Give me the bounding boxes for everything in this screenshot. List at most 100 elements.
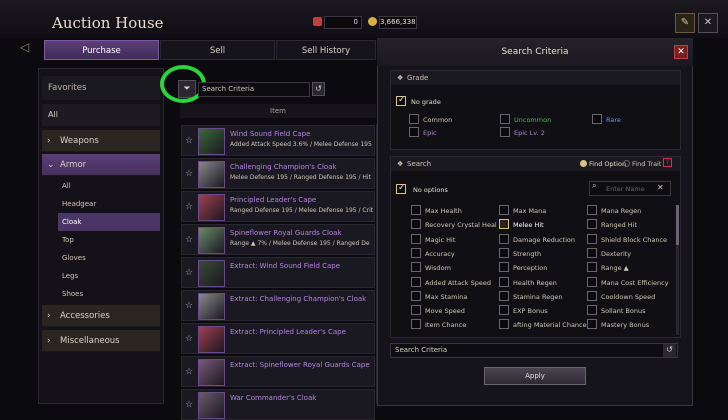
grade-header: Grade — [391, 71, 680, 85]
option-checkbox[interactable] — [411, 319, 421, 330]
item-name: Challenging Champion's Cloak — [230, 163, 337, 171]
option-checkbox[interactable] — [587, 247, 597, 258]
grade-common-checkbox[interactable] — [409, 114, 419, 124]
favorite-star-icon[interactable]: ☆ — [185, 169, 193, 179]
enter-name-input[interactable]: Enter Name — [606, 185, 645, 193]
option-checkbox[interactable] — [587, 305, 597, 316]
list-item[interactable]: ☆ Extract: Challenging Champion's Cloak — [181, 290, 375, 321]
option-checkbox[interactable] — [587, 276, 597, 287]
close-icon[interactable]: ✕ — [698, 13, 718, 33]
favorite-star-icon[interactable]: ☆ — [185, 268, 193, 278]
list-item[interactable]: ☆ Challenging Champion's Cloak Melee Defen… — [181, 158, 375, 189]
option-checkbox[interactable] — [499, 219, 509, 230]
category-all[interactable]: All — [42, 104, 160, 126]
favorite-star-icon[interactable]: ☆ — [185, 301, 193, 311]
search-icon: ⌕ — [592, 181, 597, 190]
option-label: Magic Hit — [425, 235, 456, 244]
armor-sub-all[interactable]: All — [58, 177, 160, 195]
option-checkbox[interactable] — [499, 276, 509, 287]
armor-sub-top[interactable]: Top — [58, 231, 160, 249]
no-grade-checkbox[interactable] — [396, 95, 406, 106]
option-checkbox[interactable] — [587, 219, 597, 230]
option-checkbox[interactable] — [587, 233, 597, 244]
tab-sell[interactable]: Sell — [160, 40, 275, 60]
option-checkbox[interactable] — [411, 262, 421, 273]
tab-sell-history[interactable]: Sell History — [276, 40, 376, 60]
armor-sub-headgear[interactable]: Headgear — [58, 195, 160, 213]
option-checkbox[interactable] — [411, 233, 421, 244]
category-armor[interactable]: ⌄ Armor — [42, 154, 160, 176]
option-checkbox[interactable] — [587, 319, 597, 330]
find-trait-radio[interactable] — [623, 160, 630, 167]
ledger-icon[interactable]: ✎ — [675, 13, 695, 33]
option-checkbox[interactable] — [499, 262, 509, 273]
category-weapons[interactable]: › Weapons — [42, 130, 160, 152]
option-checkbox[interactable] — [587, 290, 597, 301]
favorites-item[interactable]: Favorites — [42, 76, 160, 100]
list-item[interactable]: ☆ War Commander's Cloak — [181, 389, 375, 420]
find-option-radio[interactable] — [580, 160, 587, 167]
option-checkbox[interactable] — [411, 247, 421, 258]
favorite-star-icon[interactable]: ☆ — [185, 400, 193, 410]
option-checkbox[interactable] — [411, 276, 421, 287]
no-options-checkbox[interactable] — [396, 183, 406, 194]
favorite-star-icon[interactable]: ☆ — [185, 235, 193, 245]
list-item[interactable]: ☆ Extract: Principled Leader's Cape — [181, 323, 375, 354]
favorite-star-icon[interactable]: ☆ — [185, 202, 193, 212]
favorite-star-icon[interactable]: ☆ — [185, 367, 193, 377]
find-option-label: Find Option — [589, 160, 627, 168]
armor-sub-shoes[interactable]: Shoes — [58, 285, 160, 303]
category-accessories[interactable]: › Accessories — [42, 305, 160, 327]
option-checkbox[interactable] — [411, 219, 421, 230]
option-checkbox[interactable] — [587, 205, 597, 215]
chevron-right-icon: › — [47, 136, 51, 146]
no-options-label: No options — [413, 186, 448, 194]
favorite-star-icon[interactable]: ☆ — [185, 334, 193, 344]
grade-rare-checkbox[interactable] — [592, 114, 602, 124]
grade-common-label: Common — [423, 116, 453, 124]
option-checkbox[interactable] — [499, 233, 509, 244]
modal-close-icon[interactable]: ✕ — [674, 45, 688, 59]
bottom-reset-icon[interactable]: ↺ — [663, 344, 676, 357]
option-checkbox[interactable] — [499, 205, 509, 215]
armor-sub-cloak[interactable]: Cloak — [58, 213, 160, 231]
bottom-search-criteria[interactable]: Search Criteria — [390, 343, 678, 358]
list-item[interactable]: ☆ Principled Leader's Cape Ranged Defense … — [181, 191, 375, 222]
grade-epic-checkbox[interactable] — [409, 127, 419, 137]
list-item[interactable]: ☆ Wind Sound Field Cape Added Attack Speed… — [181, 125, 375, 156]
option-label: Dexterity — [601, 249, 632, 258]
armor-sub-legs[interactable]: Legs — [58, 267, 160, 285]
list-item[interactable]: ☆ Spineflower Royal Guards Cloak Range ▲ 7… — [181, 224, 375, 255]
list-item[interactable]: ☆ Extract: Spineflower Royal Guards Cape — [181, 356, 375, 387]
option-checkbox[interactable] — [587, 262, 597, 273]
list-item[interactable]: ☆ Extract: Wind Sound Field Cape — [181, 257, 375, 288]
item-thumbnail — [198, 128, 225, 155]
item-stats: Added Attack Speed 3.6% / Melee Defense … — [230, 141, 372, 148]
option-checkbox[interactable] — [411, 305, 421, 316]
reset-icon[interactable]: ↺ — [312, 82, 325, 96]
option-checkbox[interactable] — [499, 247, 509, 258]
option-checkbox[interactable] — [499, 305, 509, 316]
search-criteria-input[interactable]: Search Criteria — [198, 82, 310, 97]
options-scroll-thumb[interactable] — [676, 205, 679, 245]
item-name: Wind Sound Field Cape — [230, 130, 311, 138]
grade-uncommon-checkbox[interactable] — [500, 114, 510, 124]
option-checkbox[interactable] — [411, 290, 421, 301]
option-checkbox[interactable] — [499, 290, 509, 301]
option-label: Mastery Bonus — [601, 321, 650, 330]
grade-epic-lv2-checkbox[interactable] — [500, 127, 510, 137]
favorite-star-icon[interactable]: ☆ — [185, 136, 193, 146]
back-arrow-icon[interactable]: ◁ — [20, 40, 38, 58]
apply-button[interactable]: Apply — [484, 367, 586, 385]
category-miscellaneous[interactable]: › Miscellaneous — [42, 330, 160, 352]
armor-sub-gloves[interactable]: Gloves — [58, 249, 160, 267]
grade-epic-label: Epic — [423, 129, 437, 137]
option-checkbox[interactable] — [499, 319, 509, 330]
clear-name-icon[interactable]: ✕ — [657, 183, 664, 192]
item-name: Extract: Spineflower Royal Guards Cape — [230, 361, 370, 369]
option-label: Accuracy — [425, 249, 455, 258]
option-checkbox[interactable] — [411, 205, 421, 215]
tab-purchase[interactable]: Purchase — [44, 40, 159, 60]
help-icon[interactable]: ? — [663, 158, 672, 167]
grade-uncommon-label: Uncommon — [514, 116, 552, 124]
